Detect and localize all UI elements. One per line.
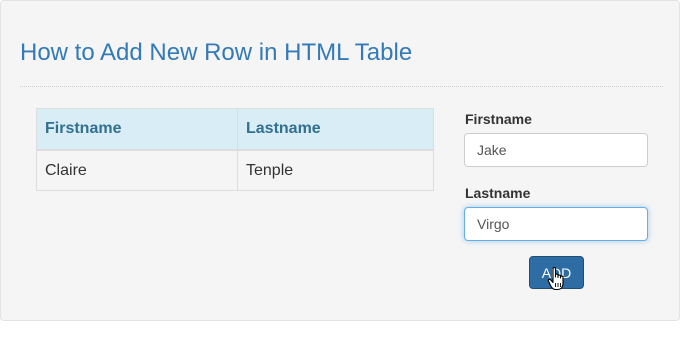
column-header-firstname: Firstname bbox=[36, 108, 238, 151]
names-table: Firstname Lastname Claire Tenple bbox=[36, 108, 434, 191]
content-panel: How to Add New Row in HTML Table Firstna… bbox=[0, 0, 680, 321]
table-header-row: Firstname Lastname bbox=[36, 108, 434, 151]
add-button[interactable]: ADD bbox=[529, 256, 584, 289]
page-title: How to Add New Row in HTML Table bbox=[20, 39, 413, 66]
column-header-lastname: Lastname bbox=[237, 108, 434, 151]
lastname-label: Lastname bbox=[465, 185, 531, 201]
title-divider bbox=[20, 86, 663, 87]
table-row: Claire Tenple bbox=[36, 149, 434, 191]
cell-firstname: Claire bbox=[36, 149, 238, 191]
cell-lastname: Tenple bbox=[237, 149, 434, 191]
firstname-label: Firstname bbox=[465, 111, 532, 127]
firstname-input[interactable] bbox=[464, 133, 648, 167]
lastname-input[interactable] bbox=[464, 207, 648, 241]
